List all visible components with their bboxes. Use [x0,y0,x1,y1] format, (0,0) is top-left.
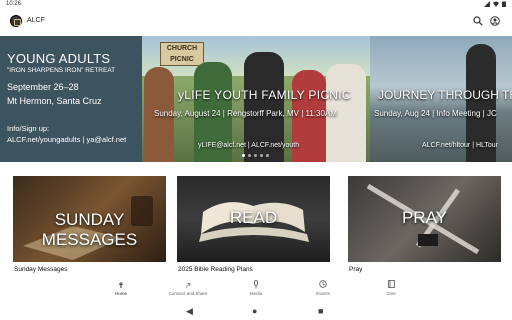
share-icon: ↗ [184,281,192,290]
clock-icon [293,280,353,291]
card-read[interactable]: READ [177,176,330,262]
cross-icon: ✝ [117,281,125,290]
carousel-slide-young-adults[interactable]: YOUNG ADULTS "IRON SHARPENS IRON" RETREA… [0,36,142,162]
slide-info-label: Info/Sign up: [7,124,50,133]
carousel-dot[interactable] [248,154,251,157]
card-label: READ [229,208,278,227]
status-time: 10:26 [6,1,22,7]
home-icon[interactable]: ● [252,306,257,316]
slide-subtitle: "IRON SHARPENS IRON" RETREAT [7,67,116,74]
slide-title: yLIFE YOUTH FAMILY PICNIC [178,88,351,102]
slide-place: Mt Hermon, Santa Cruz [7,96,102,106]
nav-label: Give [386,291,396,296]
book-icon [361,280,421,291]
carousel-dot[interactable] [266,154,269,157]
slide-title: JOURNEY THROUGH THE [378,88,512,102]
wifi-icon [493,1,499,7]
nav-item-media[interactable]: Media [226,280,286,296]
card-label: PRAY [401,208,448,227]
carousel-slide-picnic[interactable]: CHURCH PICNIC yLIFE YOUTH FAMILY PICNIC … [142,36,370,162]
carousel-dot[interactable] [260,154,263,157]
search-icon[interactable] [472,16,484,28]
back-icon[interactable]: ◀ [186,306,193,317]
sign-text: CHURCH PICNIC [166,45,198,63]
church-picnic-sign: CHURCH PICNIC [160,42,204,66]
nav-label: Home [114,291,127,296]
slide-info-links: ALCF.net/youngadults | ya@alcf.net [7,135,127,144]
card-pray[interactable]: PRAY [348,176,501,262]
recents-icon[interactable]: ■ [318,306,323,316]
nav-item-connect[interactable]: ↗ Connect and Share [158,280,218,296]
nav-item-events[interactable]: Events [293,280,353,296]
bottom-navigation: ✝ Home ↗ Connect and Share Media Events … [0,280,512,302]
nav-label: Events [316,291,330,296]
carousel-slide-journey[interactable]: JOURNEY THROUGH THE Sunday, Aug 24 | Inf… [370,36,512,162]
card-caption[interactable]: Sunday Messages [14,266,67,273]
carousel-dot[interactable] [254,154,257,157]
card-caption[interactable]: 2025 Bible Reading Plans [178,266,253,273]
app-title: ALCF [27,17,45,24]
slide-title: YOUNG ADULTS [7,51,111,66]
nav-label: Media [249,291,263,296]
slide-details: Sunday, August 24 | Rengstorff Park, MV … [154,109,337,118]
system-navigation: ◀ ● ■ [0,303,512,320]
slide-details: Sunday, Aug 24 | Info Meeting | JC [374,109,497,118]
card-sunday-messages[interactable]: SUNDAY MESSAGES [13,176,166,262]
carousel-dot[interactable] [242,154,245,157]
carousel-indicator[interactable] [242,154,269,157]
account-icon[interactable] [489,16,501,28]
app-bar: ALCF [0,10,512,34]
status-icons [484,1,506,7]
nav-label: Connect and Share [168,291,208,296]
event-carousel[interactable]: YOUNG ADULTS "IRON SHARPENS IRON" RETREA… [0,36,512,162]
status-bar: 10:26 [0,0,512,8]
microphone-icon [226,280,286,291]
alcf-logo [10,15,22,27]
slide-info: Info/Sign up: ALCF.net/youngadults | ya@… [7,123,126,145]
slide-contact: yLIFE@alcf.net | ALCF.net/youth [198,142,300,149]
signal-icon [484,1,490,7]
nav-item-give[interactable]: Give [361,280,421,296]
slide-dates: September 26–28 [7,82,79,92]
card-label: SUNDAY MESSAGES [41,210,138,249]
battery-icon [502,1,506,7]
card-caption[interactable]: Pray [349,266,362,273]
nav-item-home[interactable]: ✝ Home [91,280,151,296]
slide-contact: ALCF.net/hltour | HLTour [422,142,499,149]
